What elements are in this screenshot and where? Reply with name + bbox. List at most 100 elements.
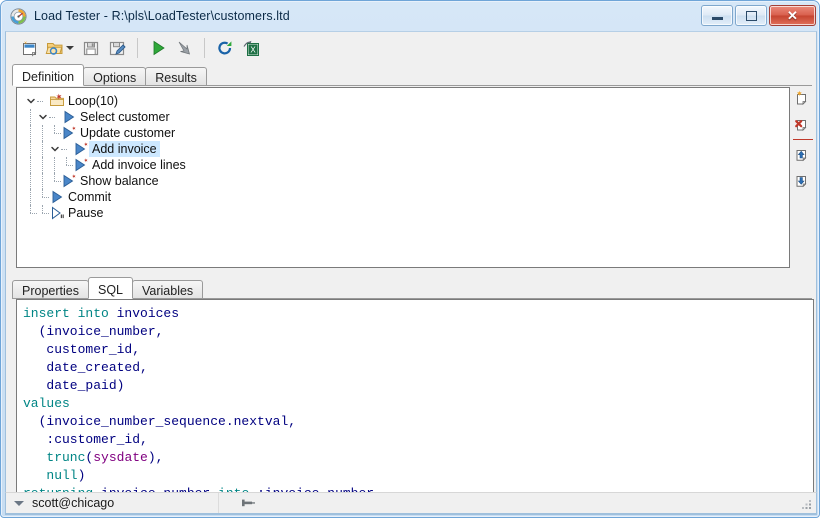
toolbar-separator — [204, 38, 205, 58]
application-window: Load Tester - R:\pls\LoadTester\customer… — [0, 0, 820, 518]
tree-item-show-balance[interactable]: Show balance — [25, 173, 789, 189]
tree-item-commit[interactable]: Commit — [25, 189, 789, 205]
tab-options[interactable]: Options — [83, 67, 147, 85]
minimize-icon — [711, 17, 723, 20]
tab-properties[interactable]: Properties — [12, 280, 89, 298]
side-button-separator — [793, 139, 813, 140]
new-file-button[interactable] — [16, 35, 42, 61]
open-file-button[interactable] — [42, 35, 68, 61]
chevron-down-icon[interactable] — [49, 141, 61, 157]
tree-item-label: Show balance — [80, 174, 159, 188]
sql-token: sysdate — [93, 450, 148, 465]
pin-button[interactable] — [218, 493, 278, 513]
tree-guide — [37, 125, 49, 141]
save-button[interactable] — [78, 35, 104, 61]
tab-definition[interactable]: Definition — [12, 64, 85, 86]
statement-icon — [61, 173, 77, 189]
tree-guide — [25, 157, 37, 173]
stop-icon — [178, 41, 191, 55]
save-icon — [83, 41, 99, 56]
tree-guide — [49, 109, 61, 125]
delete-statement-button[interactable] — [792, 113, 814, 137]
tree-item-label: Select customer — [80, 110, 170, 124]
tree-guide — [37, 141, 49, 157]
save-as-button[interactable] — [104, 35, 130, 61]
tab-sql[interactable]: SQL — [87, 277, 133, 299]
sql-line: (invoice_number_sequence.nextval, — [23, 413, 813, 431]
pin-icon — [242, 499, 255, 507]
refresh-button[interactable] — [212, 35, 238, 61]
refresh-icon — [218, 41, 232, 55]
tree-guide — [37, 157, 49, 173]
export-excel-button[interactable]: X — [238, 35, 264, 61]
maximize-icon — [745, 10, 757, 21]
run-icon — [153, 40, 165, 56]
stop-button[interactable] — [171, 35, 197, 61]
sql-editor-right-border — [813, 299, 814, 512]
tree-guide — [61, 157, 73, 173]
tree-item-label: Commit — [68, 190, 112, 204]
sql-token: ), — [147, 450, 164, 465]
sql-token: (invoice_number_sequence.nextval, — [23, 414, 297, 429]
commit-icon — [49, 189, 65, 205]
statement-tree: Loop(10) Select customer Update customer… — [17, 88, 789, 221]
new-file-icon — [23, 41, 37, 57]
window-controls: ✕ — [701, 5, 816, 26]
tab-results[interactable]: Results — [145, 67, 207, 85]
detail-tabs: Properties SQL Variables — [12, 277, 812, 299]
sql-line: trunc(sysdate), — [23, 449, 813, 467]
tree-item-label: Loop(10) — [68, 94, 119, 108]
sql-token: trunc — [46, 450, 86, 465]
sql-editor-panel[interactable]: insert into invoices (invoice_number, cu… — [16, 299, 813, 512]
sql-line: values — [23, 395, 813, 413]
tree-item-label: Add invoice lines — [92, 158, 186, 172]
sql-token: customer_id, — [23, 342, 141, 357]
statement-icon — [61, 125, 77, 141]
statement-icon — [73, 157, 89, 173]
tree-item-add-invoice[interactable]: Add invoice — [25, 141, 789, 157]
open-file-icon — [45, 43, 63, 55]
tree-item-update-customer[interactable]: Update customer — [25, 125, 789, 141]
sql-line: null) — [23, 467, 813, 485]
tab-variables[interactable]: Variables — [132, 280, 204, 298]
run-button[interactable] — [145, 35, 171, 61]
sql-token: date_created, — [23, 360, 148, 375]
minimize-button[interactable] — [701, 5, 733, 26]
tree-guide — [37, 173, 49, 189]
resize-grip-icon[interactable] — [801, 498, 813, 510]
pause-icon — [49, 205, 65, 221]
maximize-button[interactable] — [735, 5, 767, 26]
sql-token: ) — [77, 468, 86, 483]
tree-item-pause[interactable]: Pause — [25, 205, 789, 221]
tree-guide — [37, 93, 49, 109]
sql-editor-text[interactable]: insert into invoices (invoice_number, cu… — [17, 300, 813, 503]
sql-line: date_created, — [23, 359, 813, 377]
close-button[interactable]: ✕ — [769, 5, 816, 26]
move-down-button[interactable] — [792, 170, 814, 194]
chevron-down-icon[interactable] — [37, 109, 49, 125]
sql-token: values — [23, 396, 70, 411]
loop-folder-icon — [49, 93, 65, 109]
title-bar[interactable]: Load Tester - R:\pls\LoadTester\customer… — [1, 1, 819, 31]
export-excel-icon: X — [243, 40, 259, 56]
toolbar-separator — [137, 38, 138, 58]
tree-item-loop[interactable]: Loop(10) — [25, 93, 789, 109]
move-up-button[interactable] — [792, 144, 814, 168]
move-down-icon — [796, 176, 807, 188]
tree-guide — [61, 141, 73, 157]
tree-item-add-invoice-lines[interactable]: Add invoice lines — [25, 157, 789, 173]
tree-item-select-customer[interactable]: Select customer — [25, 109, 789, 125]
add-statement-button[interactable] — [792, 87, 814, 111]
connection-field[interactable] — [6, 493, 219, 513]
tree-guide — [49, 173, 61, 189]
statement-tree-panel[interactable]: Loop(10) Select customer Update customer… — [16, 87, 790, 268]
client-area: X Definition Options Results Loop(10) Se… — [5, 31, 817, 515]
chevron-down-icon[interactable] — [25, 93, 37, 109]
sql-line: insert into invoices — [23, 305, 813, 323]
sql-token: (invoice_number, — [23, 324, 164, 339]
tree-guide — [25, 125, 37, 141]
tree-item-label: Add invoice — [89, 141, 160, 157]
statement-icon — [61, 109, 77, 125]
toolbar: X — [6, 32, 816, 64]
